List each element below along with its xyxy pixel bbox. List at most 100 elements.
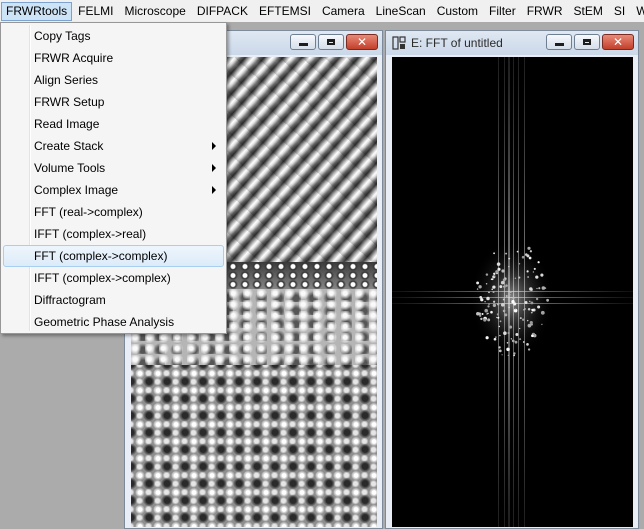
minimize-button[interactable] [546,34,572,50]
fft-window-title: E: FFT of untitled [411,36,503,50]
menu-item-label: Diffractogram [34,293,106,307]
fft-spot [501,269,505,273]
fft-spot [524,308,526,310]
fft-spot [480,317,483,321]
fft-spot [485,336,489,340]
menubar: FRWRtools FELMI Microscope DIFPACK EFTEMSI Ca… [0,0,644,23]
fft-spot [535,297,539,301]
fft-spot [529,300,531,303]
fft-spot [531,334,534,338]
fft-spot [513,352,516,355]
menu-item-volume-tools[interactable]: Volume Tools [3,157,224,179]
fft-spot [499,285,503,289]
fft-window[interactable]: E: FFT of untitled ✕ [385,30,639,529]
menu-stem[interactable]: StEM [569,2,608,21]
menu-item-diffractogram[interactable]: Diffractogram [3,289,224,311]
menu-item-copy-tags[interactable]: Copy Tags [3,25,224,47]
menu-item-label: IFFT (complex->real) [34,227,147,241]
menu-camera[interactable]: Camera [317,2,370,21]
fft-spot [505,252,508,255]
fft-spot [484,308,488,313]
fft-spot [479,296,483,299]
fft-spot [483,318,487,322]
fft-spot [495,270,499,274]
menu-item-fft-real-complex[interactable]: FFT (real->complex) [3,201,224,223]
menu-linescan[interactable]: LineScan [371,2,431,21]
maximize-button[interactable] [574,34,600,50]
menu-item-label: FRWR Acquire [34,51,114,65]
menu-frwr[interactable]: FRWR [522,2,568,21]
fft-spot [508,325,513,329]
fft-spot [527,308,531,311]
close-icon: ✕ [612,35,624,49]
menu-item-create-stack[interactable]: Create Stack [3,135,224,157]
maximize-icon [583,39,591,45]
menu-filter[interactable]: Filter [484,2,521,21]
fft-spot [506,342,509,344]
menu-custom[interactable]: Custom [432,2,483,21]
fft-spot [496,262,501,266]
fft-spot [486,313,488,315]
menu-item-label: Align Series [34,73,99,87]
menu-item-align-series[interactable]: Align Series [3,69,224,91]
menu-item-frwr-acquire[interactable]: FRWR Acquire [3,47,224,69]
fft-spot [493,337,497,341]
fft-spot [518,263,521,265]
close-button[interactable]: ✕ [346,34,378,50]
menu-item-read-image[interactable]: Read Image [3,113,224,135]
menu-item-complex-image[interactable]: Complex Image [3,179,224,201]
fft-spot [537,305,541,309]
maximize-button[interactable] [318,34,344,50]
menu-w[interactable]: W [631,2,644,21]
fft-spot [496,303,500,306]
fft-spot [528,256,532,260]
menu-si[interactable]: SI [609,2,630,21]
fft-spot [537,261,540,264]
menu-item-label: FFT (real->complex) [34,205,143,219]
fft-spot [531,308,534,311]
menu-item-ifft-complex-complex[interactable]: IFFT (complex->complex) [3,267,224,289]
fft-spot [502,298,505,301]
fft-spot [497,267,501,271]
submenu-arrow-icon [212,164,216,172]
fft-spot [490,278,493,280]
menu-item-geometric-phase-analysis[interactable]: Geometric Phase Analysis [3,311,224,333]
fft-spot [508,265,510,268]
fft-spot [492,303,497,308]
fft-spot [503,331,507,335]
minimize-icon [554,43,564,46]
close-button[interactable]: ✕ [602,34,634,50]
fft-spot [509,294,511,296]
menu-item-ifft-complex-real[interactable]: IFFT (complex->real) [3,223,224,245]
menu-felmi[interactable]: FELMI [73,2,118,21]
fft-spot [508,257,511,260]
submenu-arrow-icon [212,186,216,194]
fft-spot [478,285,482,289]
menu-eftemsi[interactable]: EFTEMSI [254,2,316,21]
fft-spot [519,327,521,330]
fft-pattern [392,57,633,527]
fft-spot [495,336,497,338]
fft-spot [481,312,484,316]
fft-spot [485,283,488,285]
left-window-controls: ✕ [290,34,378,50]
fft-spot [512,297,515,300]
fft-spot [524,300,528,305]
fft-window-controls: ✕ [546,34,634,50]
menu-item-frwr-setup[interactable]: FRWR Setup [3,91,224,113]
fft-image[interactable] [392,57,633,527]
menu-difpack[interactable]: DIFPACK [192,2,253,21]
fft-spot [476,311,480,316]
maximize-icon [327,39,335,45]
menu-microscope[interactable]: Microscope [119,2,190,21]
menu-item-fft-complex-complex[interactable]: FFT (complex->complex) [3,245,224,267]
menu-item-label: Geometric Phase Analysis [34,315,175,329]
fft-spot [529,287,533,291]
fft-spot [499,320,502,323]
minimize-button[interactable] [290,34,316,50]
fft-spot [487,305,490,308]
menu-frwrtools[interactable]: FRWRtools [1,1,73,21]
image-window-icon [392,36,406,50]
fft-window-titlebar[interactable]: E: FFT of untitled ✕ [386,31,638,55]
fft-spot [502,285,505,288]
